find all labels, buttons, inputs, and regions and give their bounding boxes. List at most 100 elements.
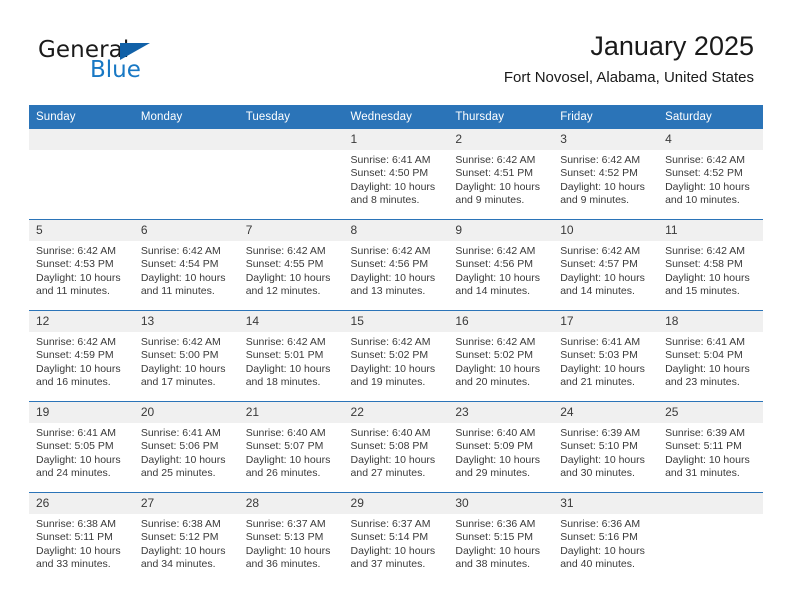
calendar-day-cell[interactable]: 14 Sunrise: 6:42 AM Sunset: 5:01 PM Dayligh… [238, 310, 344, 402]
daylight-duration-line2: and 20 minutes. [455, 376, 531, 389]
calendar-day-cell[interactable]: 6 Sunrise: 6:42 AM Sunset: 4:54 PM Daylight… [133, 219, 239, 311]
daylight-duration-line1: Daylight: 10 hours [455, 544, 541, 557]
daylight-duration-line1: Daylight: 10 hours [245, 453, 331, 466]
daylight-duration-line2: and 26 minutes. [245, 467, 321, 480]
daylight-duration-line1: Daylight: 10 hours [245, 544, 331, 557]
weekday-header-wednesday: Wednesday [343, 105, 449, 129]
day-number: 14 [238, 311, 344, 332]
calendar-header-row: Sunday Monday Tuesday Wednesday Thursday… [29, 105, 763, 129]
calendar-day-cell[interactable]: 31 Sunrise: 6:36 AM Sunset: 5:16 PM Dayligh… [553, 492, 659, 583]
sunrise-time: Sunrise: 6:42 AM [665, 154, 746, 166]
calendar-week-row: 12 Sunrise: 6:42 AM Sunset: 4:59 PM Dayligh… [29, 310, 763, 402]
daylight-duration-line2: and 11 minutes. [140, 285, 215, 298]
sunrise-time: Sunrise: 6:42 AM [560, 245, 641, 257]
calendar-day-cell[interactable]: 19 Sunrise: 6:41 AM Sunset: 5:05 PM Dayligh… [29, 401, 134, 493]
calendar-day-cell[interactable]: 28 Sunrise: 6:37 AM Sunset: 5:13 PM Dayligh… [238, 492, 344, 583]
daylight-duration-line2: and 30 minutes. [560, 467, 635, 480]
daylight-duration-line2: and 24 minutes. [36, 467, 111, 480]
calendar-week-row: 1 Sunrise: 6:41 AM Sunset: 4:50 PM Daylight… [29, 129, 763, 220]
day-number: 18 [658, 311, 763, 332]
daylight-duration-line2: and 14 minutes. [455, 285, 531, 298]
daylight-duration-line1: Daylight: 10 hours [350, 180, 436, 193]
daylight-duration-line2: and 15 minutes. [665, 285, 740, 298]
calendar-day-cell[interactable]: 15 Sunrise: 6:42 AM Sunset: 5:02 PM Dayligh… [343, 310, 449, 402]
sunset-time: Sunset: 4:56 PM [455, 258, 534, 271]
calendar-day-cell[interactable]: 13 Sunrise: 6:42 AM Sunset: 5:00 PM Dayligh… [133, 310, 239, 402]
calendar-day-cell[interactable]: 16 Sunrise: 6:42 AM Sunset: 5:02 PM Dayligh… [448, 310, 554, 402]
calendar-day-cell[interactable]: 17 Sunrise: 6:41 AM Sunset: 5:03 PM Dayligh… [553, 310, 659, 402]
calendar-day-cell[interactable]: 11 Sunrise: 6:42 AM Sunset: 4:58 PM Dayligh… [658, 219, 763, 311]
sunset-time: Sunset: 4:59 PM [36, 349, 114, 362]
calendar-day-cell[interactable]: 3 Sunrise: 6:42 AM Sunset: 4:52 PM Daylight… [553, 129, 659, 220]
day-number: 4 [658, 129, 763, 150]
day-number: 8 [343, 220, 449, 241]
daylight-duration-line1: Daylight: 10 hours [455, 362, 541, 375]
day-details: Sunrise: 6:40 AM Sunset: 5:08 PM Daylight:… [344, 423, 449, 481]
daylight-duration-line2: and 16 minutes. [36, 376, 111, 389]
calendar-day-cell[interactable]: 22 Sunrise: 6:40 AM Sunset: 5:08 PM Dayligh… [343, 401, 449, 493]
calendar-day-cell[interactable]: 12 Sunrise: 6:42 AM Sunset: 4:59 PM Dayligh… [29, 310, 134, 402]
day-details: Sunrise: 6:42 AM Sunset: 5:00 PM Daylight:… [134, 332, 239, 390]
calendar-day-cell[interactable]: 25 Sunrise: 6:39 AM Sunset: 5:11 PM Dayligh… [658, 401, 763, 493]
day-details: Sunrise: 6:42 AM Sunset: 4:57 PM Daylight:… [553, 241, 658, 299]
calendar-day-cell[interactable]: 2 Sunrise: 6:42 AM Sunset: 4:51 PM Daylight… [448, 129, 554, 220]
day-number [658, 493, 763, 514]
sunrise-time: Sunrise: 6:42 AM [245, 336, 326, 348]
calendar-day-cell[interactable]: 24 Sunrise: 6:39 AM Sunset: 5:10 PM Dayligh… [553, 401, 659, 493]
day-number [133, 129, 239, 150]
day-number: 15 [343, 311, 449, 332]
calendar-week-row: 19 Sunrise: 6:41 AM Sunset: 5:05 PM Dayligh… [29, 401, 763, 493]
sunset-time: Sunset: 5:02 PM [350, 349, 429, 362]
calendar-day-cell[interactable]: 29 Sunrise: 6:37 AM Sunset: 5:14 PM Dayligh… [343, 492, 449, 583]
calendar-day-cell[interactable]: 26 Sunrise: 6:38 AM Sunset: 5:11 PM Dayligh… [29, 492, 134, 583]
calendar-day-cell[interactable]: 27 Sunrise: 6:38 AM Sunset: 5:12 PM Dayligh… [133, 492, 239, 583]
sunrise-time: Sunrise: 6:42 AM [140, 336, 221, 348]
day-number: 11 [658, 220, 763, 241]
calendar-day-cell[interactable]: 23 Sunrise: 6:40 AM Sunset: 5:09 PM Dayligh… [448, 401, 554, 493]
sunset-time: Sunset: 5:04 PM [665, 349, 743, 362]
day-details: Sunrise: 6:41 AM Sunset: 5:05 PM Daylight:… [29, 423, 134, 481]
daylight-duration-line2: and 27 minutes. [350, 467, 426, 480]
calendar-day-cell[interactable]: 8 Sunrise: 6:42 AM Sunset: 4:56 PM Daylight… [343, 219, 449, 311]
daylight-duration-line1: Daylight: 10 hours [36, 271, 121, 284]
day-number: 19 [29, 402, 134, 423]
sunset-time: Sunset: 4:50 PM [350, 167, 429, 180]
day-details: Sunrise: 6:42 AM Sunset: 4:51 PM Daylight:… [448, 150, 553, 208]
calendar-day-cell[interactable]: 20 Sunrise: 6:41 AM Sunset: 5:06 PM Dayligh… [133, 401, 239, 493]
page-subtitle: Fort Novosel, Alabama, United States [503, 69, 754, 86]
calendar-day-cell[interactable]: 30 Sunrise: 6:36 AM Sunset: 5:15 PM Dayligh… [448, 492, 554, 583]
day-number: 7 [238, 220, 344, 241]
day-number: 21 [238, 402, 344, 423]
sunset-time: Sunset: 5:09 PM [455, 440, 534, 453]
day-details: Sunrise: 6:37 AM Sunset: 5:13 PM Daylight:… [239, 514, 344, 572]
day-number: 23 [448, 402, 554, 423]
calendar-table: Sunday Monday Tuesday Wednesday Thursday… [29, 105, 763, 583]
sunrise-time: Sunrise: 6:39 AM [665, 427, 746, 439]
day-details: Sunrise: 6:42 AM Sunset: 4:58 PM Daylight:… [658, 241, 763, 299]
sunrise-time: Sunrise: 6:42 AM [665, 245, 746, 257]
day-details: Sunrise: 6:40 AM Sunset: 5:09 PM Daylight:… [448, 423, 553, 481]
day-details: Sunrise: 6:39 AM Sunset: 5:10 PM Daylight:… [553, 423, 658, 481]
calendar-day-cell[interactable]: 5 Sunrise: 6:42 AM Sunset: 4:53 PM Daylight… [29, 219, 134, 311]
calendar-day-cell[interactable]: 1 Sunrise: 6:41 AM Sunset: 4:50 PM Daylight… [343, 129, 449, 220]
daylight-duration-line1: Daylight: 10 hours [560, 544, 645, 557]
daylight-duration-line1: Daylight: 10 hours [560, 271, 645, 284]
daylight-duration-line1: Daylight: 10 hours [455, 180, 541, 193]
calendar-day-cell-empty [238, 129, 344, 220]
day-number: 29 [343, 493, 449, 514]
daylight-duration-line1: Daylight: 10 hours [665, 362, 750, 375]
calendar-day-cell[interactable]: 21 Sunrise: 6:40 AM Sunset: 5:07 PM Dayligh… [238, 401, 344, 493]
calendar-day-cell[interactable]: 7 Sunrise: 6:42 AM Sunset: 4:55 PM Daylight… [238, 219, 344, 311]
daylight-duration-line1: Daylight: 10 hours [245, 271, 331, 284]
calendar-day-cell[interactable]: 4 Sunrise: 6:42 AM Sunset: 4:52 PM Daylight… [658, 129, 763, 220]
daylight-duration-line1: Daylight: 10 hours [350, 271, 436, 284]
daylight-duration-line1: Daylight: 10 hours [350, 544, 436, 557]
daylight-duration-line2: and 31 minutes. [665, 467, 740, 480]
calendar-day-cell[interactable]: 18 Sunrise: 6:41 AM Sunset: 5:04 PM Dayligh… [658, 310, 763, 402]
brand-logo[interactable]: General Blue [38, 38, 278, 88]
calendar-day-cell[interactable]: 10 Sunrise: 6:42 AM Sunset: 4:57 PM Dayligh… [553, 219, 659, 311]
calendar-day-cell[interactable]: 9 Sunrise: 6:42 AM Sunset: 4:56 PM Daylight… [448, 219, 554, 311]
sunset-time: Sunset: 4:53 PM [36, 258, 114, 271]
calendar-day-cell-empty [29, 129, 134, 220]
daylight-duration-line2: and 9 minutes. [455, 194, 525, 207]
